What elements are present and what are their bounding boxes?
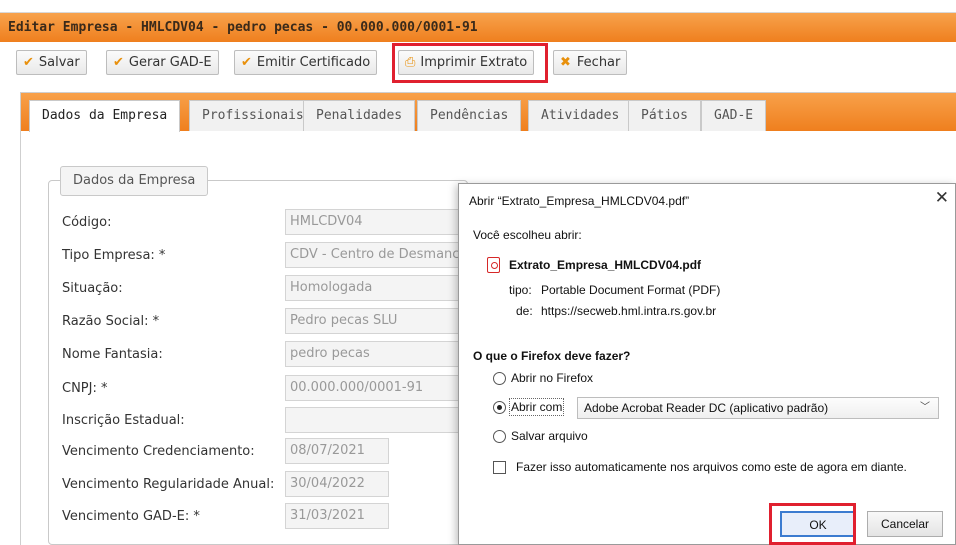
from-value: https://secweb.hml.intra.rs.gov.br xyxy=(541,304,717,318)
codigo-field[interactable]: HMLCDV04 xyxy=(285,209,459,235)
inscricao-estadual-field[interactable] xyxy=(285,407,459,433)
auto-action-checkbox[interactable] xyxy=(493,461,506,474)
tab-profissionais[interactable]: Profissionais xyxy=(189,100,317,131)
pdf-icon xyxy=(487,257,500,273)
razao-social-field[interactable]: Pedro pecas SLU xyxy=(285,308,459,334)
radio-save-file[interactable] xyxy=(493,430,506,443)
field-label-vencimento-gad: Vencimento GAD-E: * xyxy=(62,509,200,524)
field-label-cnpj: CNPJ: * xyxy=(62,381,108,396)
field-label-codigo: Código: xyxy=(62,215,112,230)
tipo-empresa-field[interactable]: CDV - Centro de Desmanche xyxy=(285,242,459,268)
issue-certificate-label: Emitir Certificado xyxy=(256,55,371,70)
close-button[interactable]: ✖ Fechar xyxy=(553,50,628,75)
check-icon: ✔ xyxy=(23,55,34,70)
generate-gad-button[interactable]: ✔ Gerar GAD-E xyxy=(106,50,219,75)
tab-gad-e[interactable]: GAD-E xyxy=(701,100,767,131)
chevron-down-icon: ﹀ xyxy=(920,402,930,413)
tab-patios[interactable]: Pátios xyxy=(628,100,701,131)
question-heading: O que o Firefox deve fazer? xyxy=(473,349,631,363)
check-icon: ✔ xyxy=(241,55,252,70)
cnpj-field[interactable]: 00.000.000/0001-91 xyxy=(285,375,459,401)
save-button[interactable]: ✔ Salvar xyxy=(16,50,87,75)
company-data-legend: Dados da Empresa xyxy=(60,166,209,196)
dialog-title: Abrir “Extrato_Empresa_HMLCDV04.pdf” xyxy=(469,194,690,208)
tab-pendencias[interactable]: Pendências xyxy=(417,100,522,131)
type-value: Portable Document Format (PDF) xyxy=(541,283,721,297)
vencimento-gad-field[interactable]: 31/03/2021 xyxy=(285,503,389,529)
open-with-select-value: Adobe Acrobat Reader DC (aplicativo padr… xyxy=(584,401,829,415)
cancel-button[interactable]: Cancelar xyxy=(867,511,943,537)
field-label-inscricao-estadual: Inscrição Estadual: xyxy=(62,413,185,428)
generate-gad-label: Gerar GAD-E xyxy=(128,55,212,70)
tab-bar: Dados da Empresa Profissionais Penalidad… xyxy=(21,93,956,132)
save-label: Salvar xyxy=(38,55,80,70)
close-icon: ✖ xyxy=(560,55,571,70)
open-with-label[interactable]: Abrir com xyxy=(508,398,565,416)
open-firefox-label[interactable]: Abrir no Firefox xyxy=(511,371,593,385)
chose-open-text: Você escolheu abrir: xyxy=(473,228,582,242)
field-label-nome-fantasia: Nome Fantasia: xyxy=(62,347,163,362)
tab-penalidades[interactable]: Penalidades xyxy=(303,100,416,131)
save-file-label[interactable]: Salvar arquivo xyxy=(511,429,588,443)
open-with-select[interactable]: Adobe Acrobat Reader DC (aplicativo padr… xyxy=(577,397,939,419)
open-file-dialog: Abrir “Extrato_Empresa_HMLCDV04.pdf” ✕ V… xyxy=(458,183,956,545)
window-title: Editar Empresa - HMLCDV04 - pedro pecas … xyxy=(0,12,956,42)
highlight-ok-button xyxy=(769,503,856,545)
radio-open-with[interactable] xyxy=(493,401,506,414)
vencimento-credenciamento-field[interactable]: 08/07/2021 xyxy=(285,438,389,464)
dialog-close-icon[interactable]: ✕ xyxy=(935,188,949,208)
check-icon: ✔ xyxy=(113,55,124,70)
situacao-field[interactable]: Homologada xyxy=(285,275,459,301)
from-label: de: xyxy=(516,304,533,318)
auto-action-label[interactable]: Fazer isso automaticamente nos arquivos … xyxy=(516,460,907,474)
field-label-tipo-empresa: Tipo Empresa: * xyxy=(62,248,166,263)
close-label: Fechar xyxy=(576,55,621,70)
field-label-situacao: Situação: xyxy=(62,281,123,296)
field-label-razao-social: Razão Social: * xyxy=(62,314,160,329)
nome-fantasia-field[interactable]: pedro pecas xyxy=(285,341,459,367)
tab-atividades[interactable]: Atividades xyxy=(528,100,633,131)
field-label-vencimento-credenciamento: Vencimento Credenciamento: xyxy=(62,444,255,459)
highlight-print-button xyxy=(392,43,548,83)
tab-dados-empresa[interactable]: Dados da Empresa xyxy=(29,100,181,132)
vencimento-regularidade-field[interactable]: 30/04/2022 xyxy=(285,471,389,497)
file-name: Extrato_Empresa_HMLCDV04.pdf xyxy=(509,258,702,272)
issue-certificate-button[interactable]: ✔ Emitir Certificado xyxy=(234,50,378,75)
field-label-vencimento-regularidade: Vencimento Regularidade Anual: xyxy=(62,477,275,492)
type-label: tipo: xyxy=(509,283,532,297)
radio-open-firefox[interactable] xyxy=(493,372,506,385)
